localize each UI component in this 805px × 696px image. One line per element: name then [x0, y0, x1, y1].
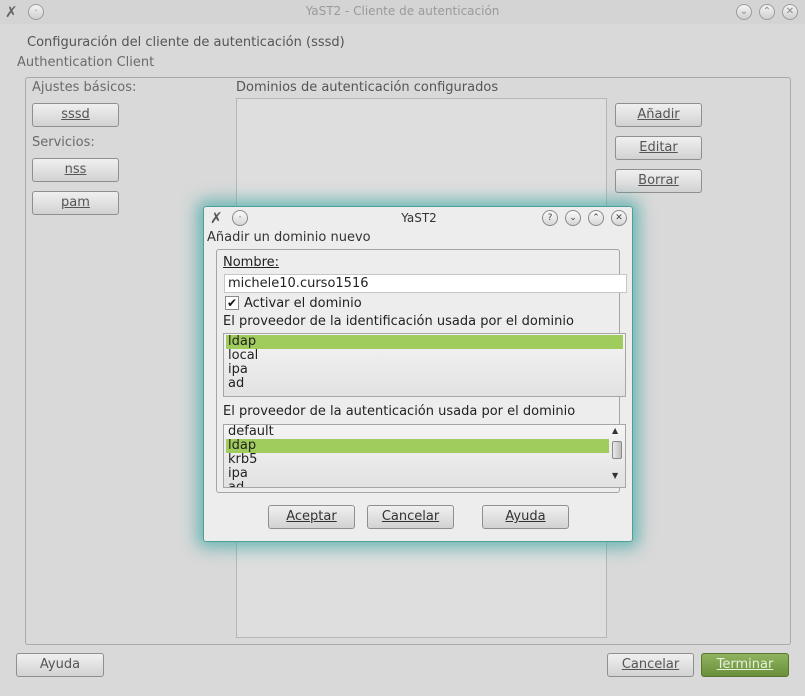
domains-label: Dominios de autenticación configurados	[236, 80, 499, 95]
context-help-icon[interactable]: ?	[542, 210, 558, 226]
page-title: Configuración del cliente de autenticaci…	[27, 35, 345, 50]
window-title: YaST2 - Cliente de autenticación	[305, 4, 500, 18]
help-button[interactable]: Ayuda	[16, 653, 104, 677]
main-titlebar: ✗ · YaST2 - Cliente de autenticación ⌄ ⌃…	[0, 0, 805, 24]
close-icon[interactable]: ✕	[782, 4, 798, 20]
cancel-button[interactable]: Cancelar	[607, 653, 694, 677]
sssd-button[interactable]: sssd	[32, 103, 119, 127]
edit-domain-button[interactable]: Editar	[615, 136, 702, 160]
add-domain-button[interactable]: Añadir	[615, 103, 702, 127]
scroll-thumb[interactable]	[612, 441, 622, 459]
finish-button[interactable]: Terminar	[701, 653, 789, 677]
id-provider-option[interactable]: local	[226, 349, 623, 363]
auth-provider-option[interactable]: default	[226, 425, 609, 439]
nss-button[interactable]: nss	[32, 158, 119, 182]
pam-button[interactable]: pam	[32, 191, 119, 215]
services-label: Servicios:	[32, 135, 95, 150]
minimize-icon[interactable]: ⌄	[736, 4, 752, 20]
add-domain-dialog: ✗ · YaST2 ? ⌄ ⌃ ✕ Añadir un dominio nuev…	[203, 206, 633, 542]
auth-provider-option[interactable]: krb5	[226, 453, 609, 467]
accept-button[interactable]: Aceptar	[268, 505, 355, 529]
domain-form-group: Nombre: ✔ Activar el dominio El proveedo…	[216, 249, 627, 493]
activate-domain-label: Activar el dominio	[244, 296, 362, 311]
page-subtitle: Authentication Client	[17, 55, 155, 70]
dialog-minimize-icon[interactable]: ⌄	[565, 210, 581, 226]
basic-settings-label: Ajustes básicos:	[32, 80, 137, 95]
auth-provider-list[interactable]: default ldap krb5 ipa ad ▲ ▼	[223, 424, 626, 488]
maximize-icon[interactable]: ⌃	[759, 4, 775, 20]
id-provider-option[interactable]: ipa	[226, 363, 623, 377]
domain-name-input[interactable]	[224, 274, 627, 293]
id-provider-list[interactable]: ldap local ipa ad	[223, 333, 626, 397]
dialog-close-icon[interactable]: ✕	[611, 210, 627, 226]
id-provider-option[interactable]: ldap	[226, 335, 623, 349]
dialog-cancel-button[interactable]: Cancelar	[367, 505, 454, 529]
auth-provider-label: El proveedor de la autenticación usada p…	[223, 404, 576, 419]
scroll-up-icon[interactable]: ▲	[612, 426, 618, 435]
dialog-maximize-icon[interactable]: ⌃	[588, 210, 604, 226]
name-label: Nombre:	[223, 255, 280, 270]
auth-provider-scrollbar[interactable]: ▲ ▼	[609, 425, 625, 487]
auth-provider-option[interactable]: ad	[226, 481, 609, 488]
delete-domain-button[interactable]: Borrar	[615, 169, 702, 193]
auth-provider-option[interactable]: ldap	[226, 439, 609, 453]
scroll-down-icon[interactable]: ▼	[612, 471, 618, 480]
auth-provider-option[interactable]: ipa	[226, 467, 609, 481]
activate-domain-checkbox[interactable]: ✔	[225, 296, 239, 310]
id-provider-label: El proveedor de la identificación usada …	[223, 314, 574, 329]
id-provider-option[interactable]: ad	[226, 377, 623, 391]
dialog-heading: Añadir un dominio nuevo	[207, 230, 371, 245]
dialog-help-button[interactable]: Ayuda	[482, 505, 569, 529]
